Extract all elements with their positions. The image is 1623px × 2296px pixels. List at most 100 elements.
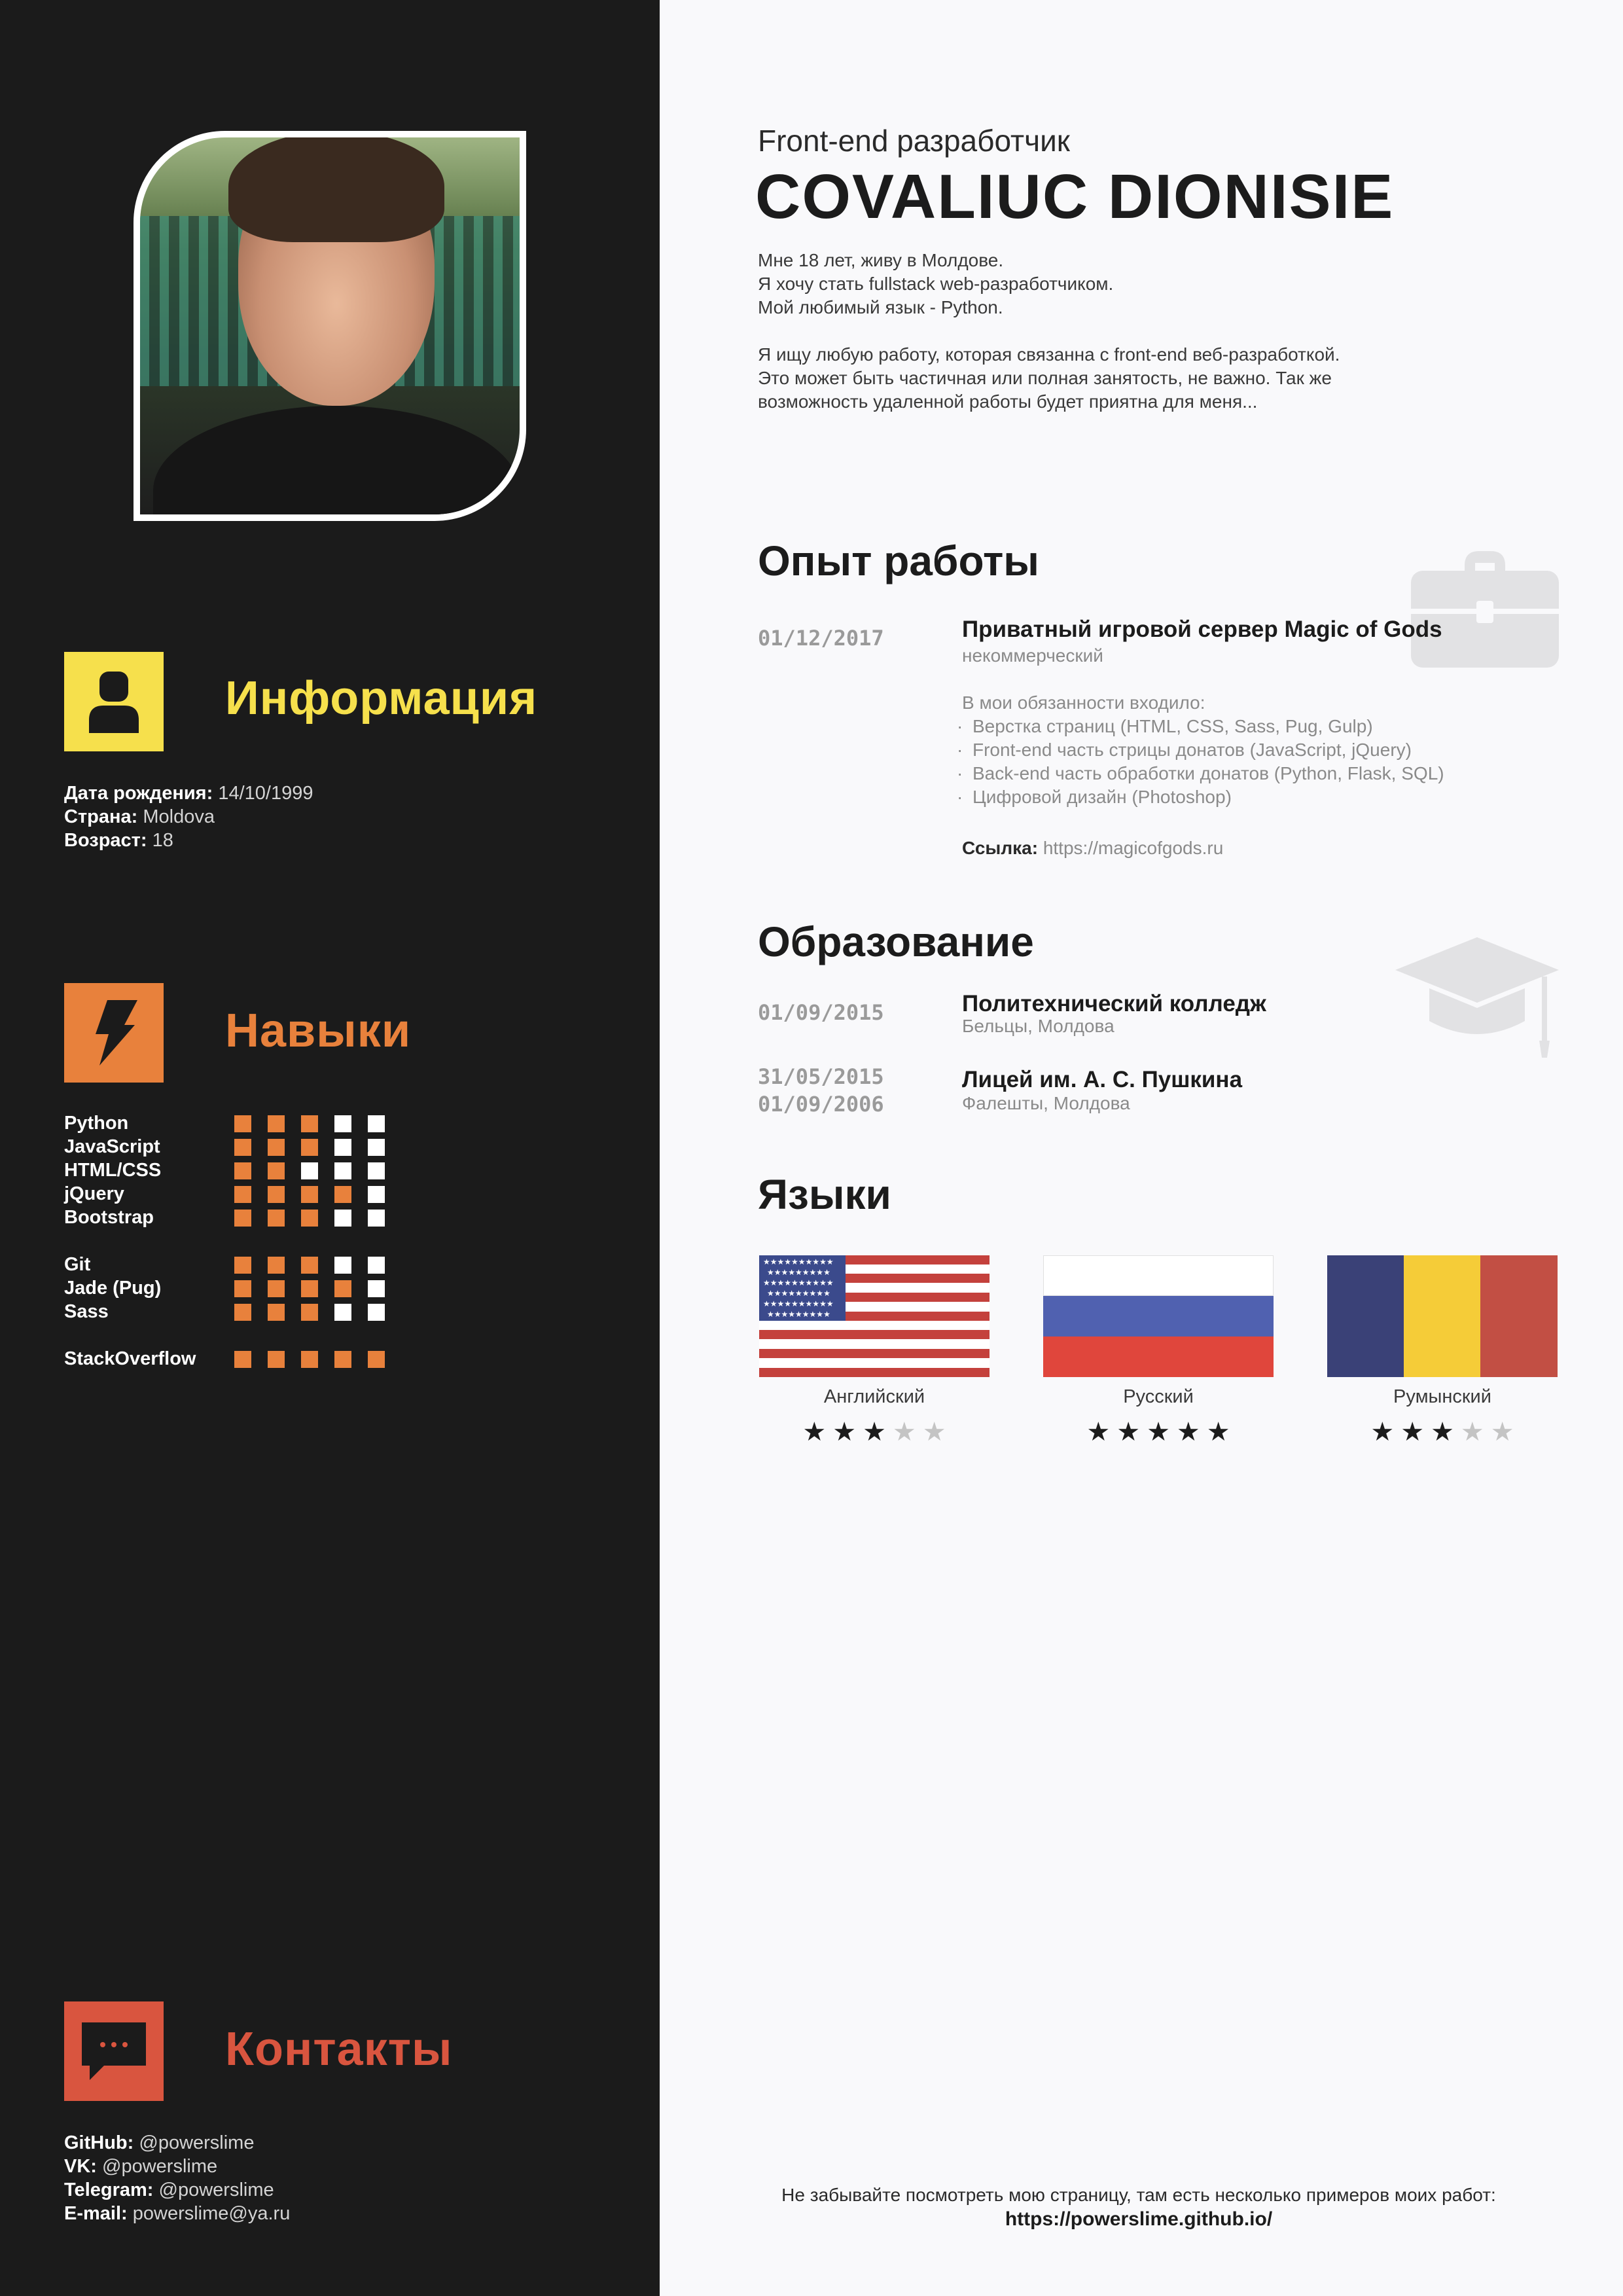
skill-level-dot <box>268 1304 285 1321</box>
contact-github[interactable]: GitHub: @powerslime <box>64 2131 290 2155</box>
skill-level-dot <box>268 1162 285 1179</box>
skill-level <box>234 1139 385 1156</box>
skill-row: Bootstrap <box>64 1206 431 1229</box>
education-date: 01/09/2015 <box>758 1000 884 1025</box>
age: Возраст: 18 <box>64 830 173 851</box>
portfolio-link[interactable]: https://powerslime.github.io/ <box>746 2208 1531 2231</box>
skill-level-dot <box>301 1186 318 1203</box>
skill-level-dot <box>268 1186 285 1203</box>
education-place: Бельцы, Молдова <box>962 1016 1115 1036</box>
duty-item: Цифровой дизайн (Photoshop) <box>957 785 1232 809</box>
skill-level-dot <box>268 1210 285 1227</box>
info-list: Дата рождения: 14/10/1999 Страна: Moldov… <box>64 781 313 852</box>
skill-level-dot <box>301 1304 318 1321</box>
skill-level-dot <box>268 1351 285 1368</box>
skill-name: jQuery <box>64 1183 124 1204</box>
skills-title: Навыки <box>225 1005 412 1057</box>
about-paragraph-1: Мне 18 лет, живу в Молдове. Я хочу стать… <box>758 250 1114 317</box>
svg-text:★★★★★★★★★: ★★★★★★★★★ <box>767 1310 830 1319</box>
svg-text:★★★★★★★★★★: ★★★★★★★★★★ <box>763 1257 834 1266</box>
skill-level-dot <box>334 1162 351 1179</box>
skill-level-dot <box>301 1210 318 1227</box>
duty-item: Back-end часть обработки донатов (Python… <box>957 762 1444 785</box>
profile-photo <box>134 131 526 521</box>
star-icon: ★ <box>1176 1418 1200 1446</box>
skill-name: Bootstrap <box>64 1207 154 1228</box>
skill-level-dot <box>234 1115 251 1132</box>
education-title: Образование <box>758 918 1034 965</box>
skill-level-dot <box>234 1210 251 1227</box>
skill-level-dot <box>234 1351 251 1368</box>
experience-date: 01/12/2017 <box>758 626 884 651</box>
skill-level-dot <box>234 1257 251 1274</box>
skill-row: Jade (Pug) <box>64 1276 431 1300</box>
languages-title: Языки <box>758 1171 891 1218</box>
about-paragraph-2: Я ищу любую работу, которая связанна с f… <box>758 344 1340 412</box>
experience-link[interactable]: Ссылка: https://magicofgods.ru <box>962 836 1223 860</box>
contact-vk[interactable]: VK: @powerslime <box>64 2155 290 2178</box>
sidebar: Информация Дата рождения: 14/10/1999 Стр… <box>0 0 660 2296</box>
graduation-cap-icon <box>1395 937 1559 1058</box>
education-name: Политехнический колледж <box>962 991 1266 1016</box>
experience-company: Приватный игровой сервер Magic of Gods <box>962 617 1442 642</box>
star-icon: ★ <box>1490 1418 1514 1446</box>
skill-row: StackOverflow <box>64 1347 431 1371</box>
contacts-title: Контакты <box>225 2023 453 2075</box>
language-name: Румынский <box>1393 1386 1491 1407</box>
duty-item: Front-end часть стрицы донатов (JavaScri… <box>957 738 1412 762</box>
skill-level <box>234 1162 385 1179</box>
skill-level-dot <box>268 1139 285 1156</box>
country: Страна: Moldova <box>64 806 215 827</box>
contact-email[interactable]: E-mail: powerslime@ya.ru <box>64 2202 290 2225</box>
skill-row: Git <box>64 1253 431 1276</box>
star-icon: ★ <box>1370 1418 1395 1446</box>
skill-level-dot <box>368 1162 385 1179</box>
ru-flag-icon <box>1043 1255 1274 1377</box>
skill-name: Sass <box>64 1301 109 1322</box>
star-icon: ★ <box>1460 1418 1484 1446</box>
contacts-list: GitHub: @powerslime VK: @powerslime Tele… <box>64 2131 290 2225</box>
skill-level-dot <box>301 1139 318 1156</box>
skill-row: jQuery <box>64 1182 431 1206</box>
language-rating: ★ ★ ★ ★ ★ <box>1327 1418 1558 1446</box>
skill-level <box>234 1351 385 1368</box>
skill-name: Python <box>64 1113 129 1134</box>
footer-note: Не забывайте посмотреть мою страницу, та… <box>781 2185 1496 2205</box>
language-rating: ★ ★ ★ ★ ★ <box>1043 1418 1274 1446</box>
star-icon: ★ <box>1086 1418 1111 1446</box>
skill-level <box>234 1280 385 1297</box>
skill-level-dot <box>368 1351 385 1368</box>
skill-row: Sass <box>64 1300 431 1323</box>
contact-telegram[interactable]: Telegram: @powerslime <box>64 2178 290 2202</box>
skill-level-dot <box>301 1162 318 1179</box>
svg-text:★★★★★★★★★★: ★★★★★★★★★★ <box>763 1278 834 1287</box>
skill-row: Python <box>64 1111 431 1135</box>
lightning-icon <box>64 983 164 1083</box>
star-icon: ★ <box>832 1418 857 1446</box>
star-icon: ★ <box>863 1418 886 1446</box>
skill-level-dot <box>268 1257 285 1274</box>
skill-level-dot <box>368 1210 385 1227</box>
birth-date: Дата рождения: 14/10/1999 <box>64 783 313 804</box>
duties-intro: В мои обязанности входило: <box>962 692 1205 713</box>
star-icon: ★ <box>1400 1418 1425 1446</box>
skill-level-dot <box>301 1351 318 1368</box>
skill-level-dot <box>301 1257 318 1274</box>
education-place: Фалешты, Молдова <box>962 1093 1130 1113</box>
education-date: 01/09/2006 <box>758 1092 884 1117</box>
star-icon: ★ <box>892 1418 916 1446</box>
skill-level-dot <box>368 1115 385 1132</box>
skill-row: JavaScript <box>64 1135 431 1158</box>
skill-level-dot <box>368 1139 385 1156</box>
star-icon: ★ <box>1147 1418 1170 1446</box>
duty-item: Верстка страниц (HTML, CSS, Sass, Pug, G… <box>957 715 1373 738</box>
skill-level-dot <box>268 1280 285 1297</box>
svg-text:★★★★★★★★★★: ★★★★★★★★★★ <box>763 1299 834 1308</box>
skill-level-dot <box>301 1115 318 1132</box>
skill-level-dot <box>368 1304 385 1321</box>
experience-type: некоммерческий <box>962 645 1103 666</box>
skill-name: JavaScript <box>64 1136 160 1157</box>
job-title: Front-end разработчик <box>758 124 1070 158</box>
skill-level-dot <box>334 1186 351 1203</box>
language-rating: ★ ★ ★ ★ ★ <box>759 1418 990 1446</box>
